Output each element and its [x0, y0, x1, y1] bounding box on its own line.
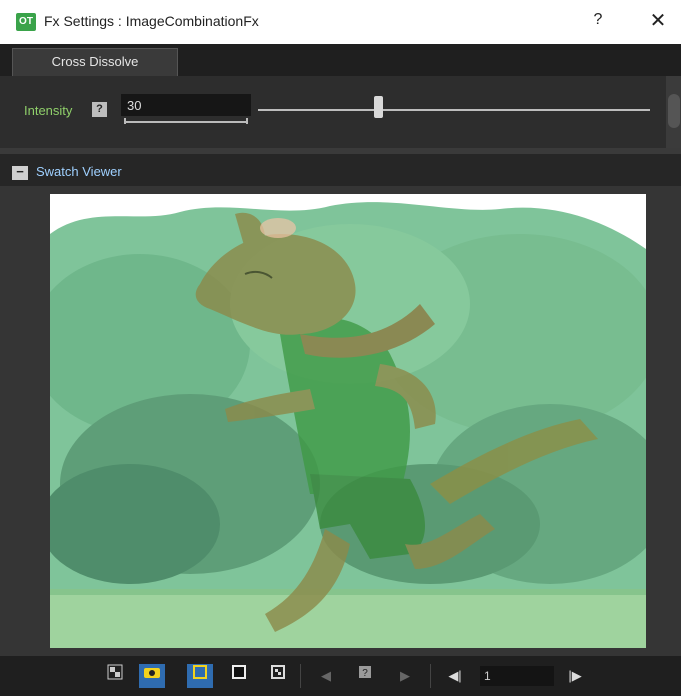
next-key-icon[interactable]: ▶	[392, 664, 418, 688]
swatch-viewer-header: − Swatch Viewer	[0, 154, 681, 186]
close-button[interactable]: ✕	[646, 8, 670, 33]
swatch-viewer-title: Swatch Viewer	[36, 164, 122, 179]
intensity-help-icon[interactable]: ?	[92, 102, 107, 117]
toolbar-separator	[300, 664, 301, 688]
frame-number-field[interactable]	[480, 666, 554, 686]
window-title: Fx Settings : ImageCombinationFx	[44, 13, 259, 29]
help-button[interactable]: ?	[588, 11, 608, 29]
intensity-slider-handle[interactable]	[374, 96, 383, 118]
tab-cross-dissolve[interactable]: Cross Dissolve	[12, 48, 178, 76]
toolbar-separator	[430, 664, 431, 688]
intensity-slider-track[interactable]	[258, 109, 650, 111]
params-panel: Intensity ?	[0, 76, 681, 148]
params-scrollbar-thumb[interactable]	[668, 94, 680, 128]
key-icon[interactable]: ?	[352, 664, 378, 688]
swatch-preview-image[interactable]	[50, 194, 646, 648]
white-bg-icon[interactable]	[187, 664, 213, 688]
collapse-button[interactable]: −	[12, 165, 28, 180]
tab-strip: Cross Dissolve	[0, 44, 681, 76]
intensity-range-indicator	[124, 118, 248, 124]
viewer-toolbar: ◀ ? ▶ ◀| |▶	[0, 656, 681, 696]
transparency-check-icon[interactable]	[102, 664, 128, 688]
prev-frame-icon[interactable]: ◀|	[442, 664, 468, 688]
svg-text:?: ?	[362, 668, 368, 679]
black-bg-icon[interactable]	[226, 664, 252, 688]
prev-key-icon[interactable]: ◀	[313, 664, 339, 688]
intensity-field[interactable]	[121, 94, 251, 116]
preview-eye-icon[interactable]	[139, 664, 165, 688]
next-frame-icon[interactable]: |▶	[562, 664, 588, 688]
app-logo-icon: OT	[16, 13, 36, 31]
preview-illustration	[50, 194, 646, 648]
checkerboard-bg-icon[interactable]	[265, 664, 291, 688]
swatch-viewer	[0, 186, 681, 656]
intensity-label: Intensity	[24, 103, 73, 118]
title-bar: OT Fx Settings : ImageCombinationFx ? ✕	[0, 0, 681, 44]
